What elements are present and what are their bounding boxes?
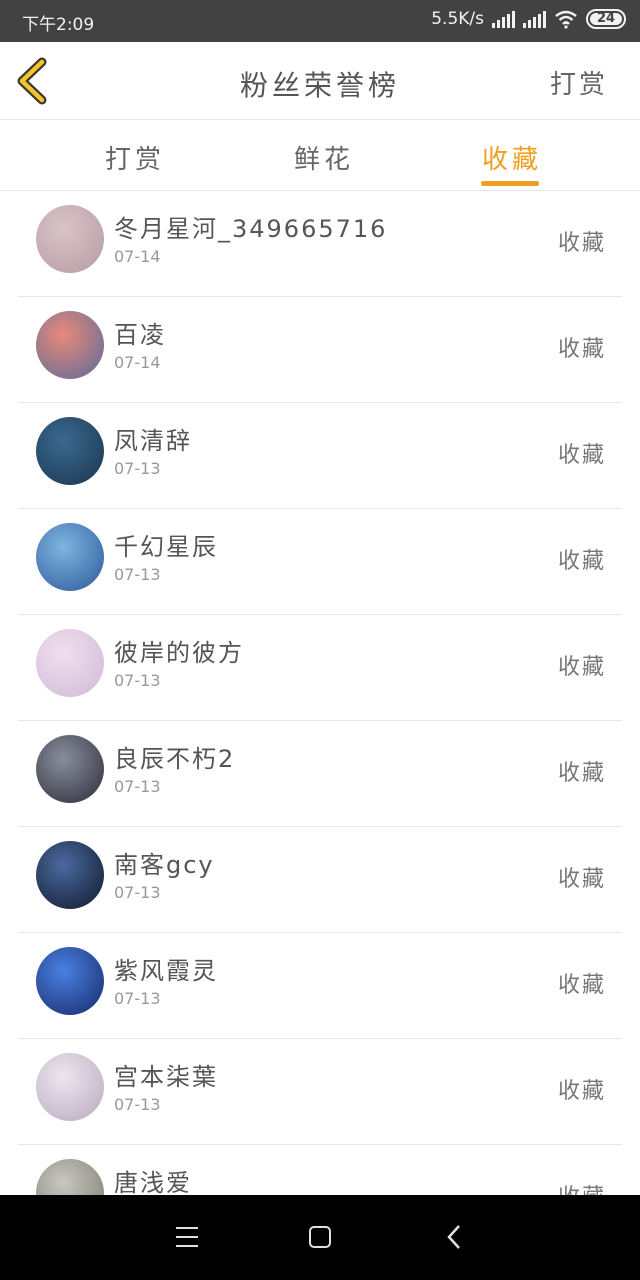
fan-date: 07-13 (114, 459, 161, 478)
fan-date: 07-13 (114, 1095, 161, 1114)
signal-icon-2 (523, 10, 546, 28)
fan-date: 07-13 (114, 777, 161, 796)
fan-action: 收藏 (557, 1079, 606, 1104)
reward-button[interactable]: 打赏 (550, 64, 608, 101)
fan-list: 冬月星河_349665716 07-14 收藏 百凌 07-14 收藏 凤清辞 … (0, 191, 640, 1195)
list-item[interactable]: 良辰不朽2 07-13 收藏 (18, 721, 622, 827)
tab-flowers[interactable]: 鲜花 (294, 139, 354, 176)
fan-action: 收藏 (557, 655, 606, 680)
fan-action: 收藏 (558, 1179, 606, 1195)
fan-action: 收藏 (557, 549, 606, 574)
back-icon[interactable] (444, 1223, 464, 1251)
fan-date: 07-13 (114, 989, 161, 1008)
status-bar: 下午2:09 5.5K/s 24 (0, 0, 640, 42)
avatar (36, 1159, 104, 1195)
avatar (36, 205, 104, 273)
home-icon[interactable] (309, 1226, 331, 1248)
menu-icon[interactable] (176, 1227, 198, 1247)
tab-reward[interactable]: 打赏 (105, 139, 165, 176)
fan-name: 凤清辞 (114, 427, 192, 455)
avatar (36, 629, 104, 697)
tab-favorites[interactable]: 收藏 (482, 139, 542, 176)
system-nav-bar (0, 1195, 640, 1280)
battery-icon: 24 (586, 9, 626, 29)
avatar (36, 417, 104, 485)
avatar (36, 947, 104, 1015)
battery-level: 24 (596, 11, 616, 26)
fan-name: 彼岸的彼方 (114, 639, 244, 667)
list-item[interactable]: 南客gcy 07-13 收藏 (18, 827, 622, 933)
fan-action: 收藏 (557, 231, 606, 256)
signal-icon (492, 10, 515, 28)
fan-date: 07-13 (114, 883, 161, 902)
list-item[interactable]: 紫风霞灵 07-13 收藏 (18, 933, 622, 1039)
fan-name: 南客gcy (114, 851, 215, 879)
fan-action: 收藏 (557, 973, 606, 998)
avatar (36, 1053, 104, 1121)
fan-action: 收藏 (557, 867, 606, 892)
fan-date: 07-14 (114, 247, 161, 266)
fan-action: 收藏 (557, 443, 606, 468)
avatar (36, 735, 104, 803)
tab-bar: 打赏 鲜花 收藏 (0, 121, 640, 191)
avatar (36, 523, 104, 591)
fan-name: 紫风霞灵 (114, 957, 218, 985)
fan-date: 07-14 (114, 353, 161, 372)
avatar (36, 311, 104, 379)
list-item[interactable]: 唐浅爱 收藏 (18, 1145, 622, 1195)
fan-action: 收藏 (557, 761, 606, 786)
list-item[interactable]: 百凌 07-14 收藏 (18, 297, 622, 403)
wifi-icon (555, 10, 577, 29)
fan-name: 良辰不朽2 (114, 745, 236, 773)
page-title: 粉丝荣誉榜 (239, 69, 400, 102)
list-item[interactable]: 彼岸的彼方 07-13 收藏 (18, 615, 622, 721)
net-speed: 5.5K/s (431, 9, 484, 29)
list-item[interactable]: 千幻星辰 07-13 收藏 (18, 509, 622, 615)
fan-name: 百凌 (114, 321, 166, 349)
fan-name: 冬月星河_349665716 (114, 215, 388, 243)
header: 粉丝荣誉榜 打赏 (0, 42, 640, 120)
list-item[interactable]: 宫本柒葉 07-13 收藏 (18, 1039, 622, 1145)
fan-name: 宫本柒葉 (114, 1063, 218, 1091)
fan-date: 07-13 (114, 565, 161, 584)
active-tab-indicator (481, 181, 539, 186)
avatar (36, 841, 104, 909)
list-item[interactable]: 凤清辞 07-13 收藏 (18, 403, 622, 509)
fan-name: 千幻星辰 (114, 533, 218, 561)
list-item[interactable]: 冬月星河_349665716 07-14 收藏 (18, 191, 622, 297)
fan-action: 收藏 (557, 337, 606, 362)
status-time: 下午2:09 (22, 15, 95, 35)
fan-name: 唐浅爱 (114, 1169, 192, 1195)
fan-date: 07-13 (114, 671, 161, 690)
